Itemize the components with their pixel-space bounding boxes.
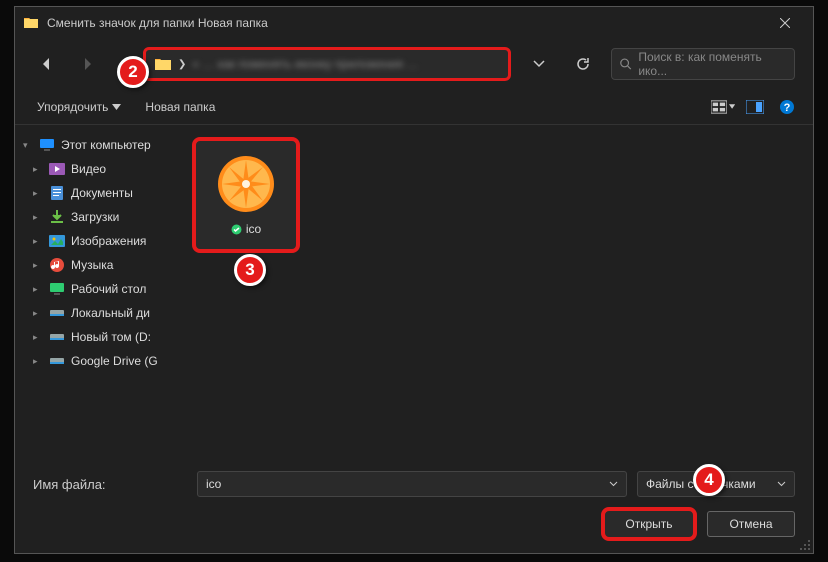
help-icon: ? — [779, 99, 795, 115]
picture-icon — [49, 233, 65, 249]
search-icon — [620, 58, 632, 71]
close-button[interactable] — [765, 7, 805, 39]
dialog-body: ▾ Этот компьютер ▸ Видео ▸ Документы ▸ З… — [15, 125, 813, 459]
chevron-right-icon: ▸ — [33, 332, 43, 343]
drive-icon — [49, 353, 65, 369]
arrow-left-icon — [39, 56, 55, 72]
titlebar: Сменить значок для папки Новая папка — [15, 7, 813, 39]
new-folder-button[interactable]: Новая папка — [137, 96, 223, 118]
annotation-badge-3: 3 — [234, 254, 266, 286]
chevron-right-icon: ▸ — [33, 212, 43, 223]
checkmark-icon — [231, 224, 242, 235]
close-icon — [780, 18, 790, 28]
window-title: Сменить значок для папки Новая папка — [47, 16, 765, 30]
folder-icon — [23, 15, 39, 31]
sidebar-item-this-pc[interactable]: ▾ Этот компьютер — [15, 133, 180, 157]
chevron-right-icon: ▸ — [33, 356, 43, 367]
orange-slice-icon — [216, 154, 276, 214]
chevron-down-icon — [777, 481, 786, 487]
sidebar-item-downloads[interactable]: ▸ Загрузки — [15, 205, 180, 229]
folder-icon — [154, 57, 172, 71]
help-button[interactable]: ? — [775, 95, 799, 119]
chevron-down-icon — [533, 60, 545, 68]
chevron-down-icon — [112, 104, 121, 110]
desktop-icon — [49, 281, 65, 297]
video-icon — [49, 161, 65, 177]
sidebar: ▾ Этот компьютер ▸ Видео ▸ Документы ▸ З… — [15, 125, 180, 459]
view-mode-button[interactable] — [711, 95, 735, 119]
chevron-right-icon: ❯ — [178, 59, 186, 70]
drive-icon — [49, 329, 65, 345]
sidebar-item-pictures[interactable]: ▸ Изображения — [15, 229, 180, 253]
chevron-right-icon: ▸ — [33, 308, 43, 319]
address-text: « … как поменять иконку приложения … — [192, 57, 500, 71]
sidebar-item-music[interactable]: ▸ Музыка — [15, 253, 180, 277]
search-input[interactable]: Поиск в: как поменять ико... — [611, 48, 795, 80]
refresh-button[interactable] — [567, 48, 599, 80]
sidebar-item-new-volume[interactable]: ▸ Новый том (D: — [15, 325, 180, 349]
sidebar-item-documents[interactable]: ▸ Документы — [15, 181, 180, 205]
chevron-right-icon: ▸ — [33, 188, 43, 199]
chevron-right-icon: ▸ — [33, 236, 43, 247]
address-bar[interactable]: ❯ « … как поменять иконку приложения … — [143, 47, 511, 81]
file-area[interactable]: ico — [180, 125, 813, 459]
chevron-right-icon: ▸ — [33, 260, 43, 271]
download-icon — [49, 209, 65, 225]
toolbar: Упорядочить Новая папка ? — [15, 89, 813, 125]
view-tiles-icon — [711, 100, 727, 114]
music-icon — [49, 257, 65, 273]
chevron-down-icon: ▾ — [23, 140, 33, 151]
annotation-badge-4: 4 — [693, 464, 725, 496]
chevron-down-icon — [729, 104, 735, 109]
file-item-ico[interactable]: ico — [192, 137, 300, 253]
open-button[interactable]: Открыть — [601, 507, 697, 541]
preview-pane-button[interactable] — [743, 95, 767, 119]
arrow-right-icon — [79, 56, 95, 72]
filename-label: Имя файла: — [33, 477, 106, 492]
refresh-icon — [575, 56, 591, 72]
back-button[interactable] — [33, 50, 61, 78]
chevron-right-icon: ▸ — [33, 164, 43, 175]
svg-text:?: ? — [784, 102, 791, 114]
cancel-button[interactable]: Отмена — [707, 511, 795, 537]
resize-grip-icon[interactable] — [797, 537, 811, 551]
chevron-down-icon — [609, 481, 618, 487]
filename-input[interactable]: ico — [197, 471, 627, 497]
address-dropdown[interactable] — [523, 48, 555, 80]
preview-pane-icon — [746, 100, 764, 114]
drive-icon — [49, 305, 65, 321]
sidebar-item-local-disk[interactable]: ▸ Локальный ди — [15, 301, 180, 325]
annotation-badge-2: 2 — [117, 56, 149, 88]
document-icon — [49, 185, 65, 201]
chevron-right-icon: ▸ — [33, 284, 43, 295]
sidebar-item-desktop[interactable]: ▸ Рабочий стол — [15, 277, 180, 301]
sidebar-item-google-drive[interactable]: ▸ Google Drive (G — [15, 349, 180, 373]
file-label: ico — [231, 222, 261, 236]
monitor-icon — [39, 137, 55, 153]
sidebar-item-videos[interactable]: ▸ Видео — [15, 157, 180, 181]
organize-button[interactable]: Упорядочить — [29, 96, 129, 118]
search-placeholder: Поиск в: как поменять ико... — [638, 50, 786, 78]
forward-button[interactable] — [73, 50, 101, 78]
